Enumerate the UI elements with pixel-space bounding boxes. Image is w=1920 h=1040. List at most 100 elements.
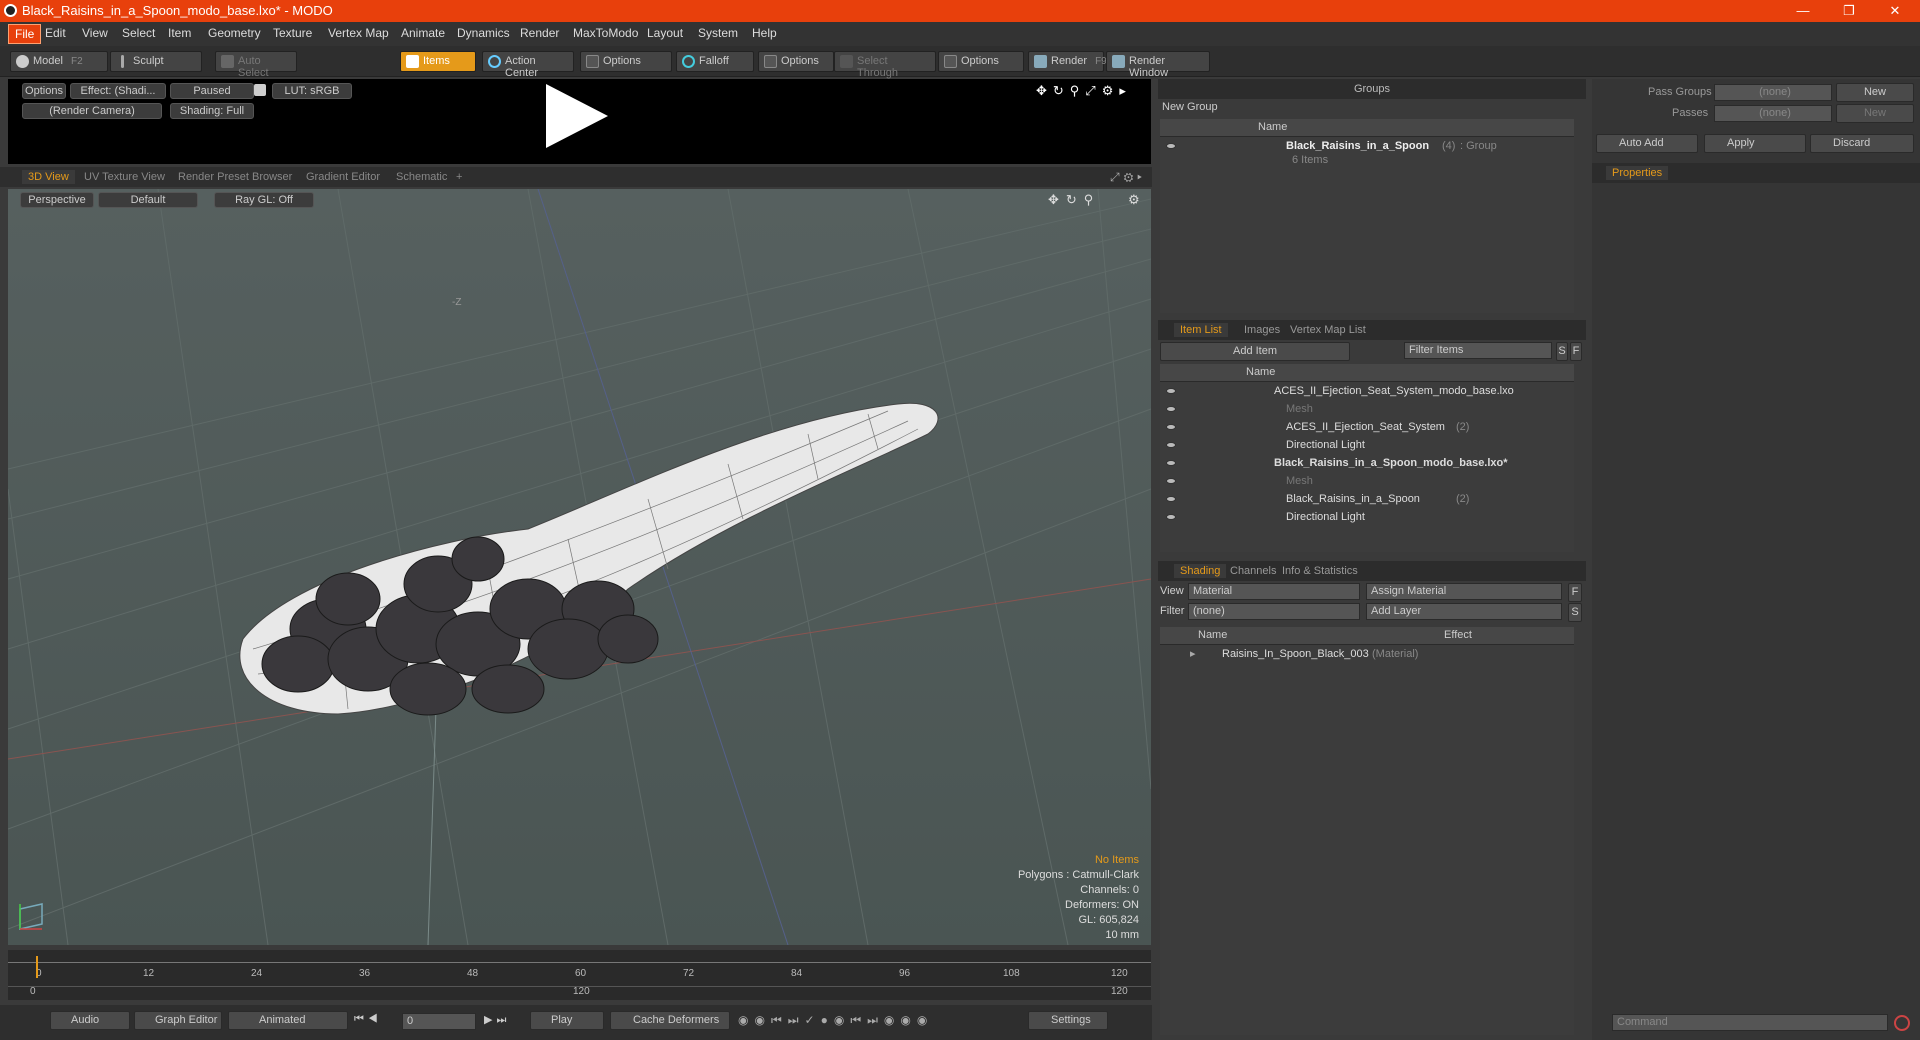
play-button[interactable]: Play [530,1011,604,1030]
graph-editor-button[interactable]: Graph Editor [134,1011,222,1030]
menu-geometry[interactable]: Geometry [208,26,261,40]
menu-texture[interactable]: Texture [273,26,312,40]
render-button[interactable]: Render F9 [1028,51,1107,72]
command-record-icon[interactable] [1894,1015,1910,1031]
filter-s-button[interactable]: S [1556,342,1568,361]
new-group-button[interactable]: New Group [1162,101,1218,113]
settings-button[interactable]: Settings [1028,1011,1108,1030]
audio-button[interactable]: Audio [50,1011,130,1030]
falloff-button[interactable]: Falloff [676,51,754,72]
menu-vertex-map[interactable]: Vertex Map [328,26,389,40]
filter-f-button[interactable]: F [1570,342,1582,361]
frame-input[interactable]: 0 [402,1013,476,1030]
play-preview-icon[interactable] [546,84,608,148]
item-row[interactable]: Directional Light [1160,436,1574,454]
shading-f-button[interactable]: F [1568,583,1582,602]
model-button[interactable]: Model F2 [10,51,108,72]
shading-s-button[interactable]: S [1568,603,1582,622]
menu-select[interactable]: Select [122,26,155,40]
visibility-eye-icon[interactable] [1166,406,1176,412]
tab-uv-texture-view[interactable]: UV Texture View [78,170,171,184]
add-tab-icon[interactable]: + [450,170,468,184]
item-row[interactable]: ACES_II_Ejection_Seat_System (2) [1160,418,1574,436]
sculpt-button[interactable]: Sculpt [110,51,202,72]
shading-dropdown[interactable]: Shading: Full [170,103,254,119]
select-through-options-button[interactable]: Options [938,51,1024,72]
lock-icon[interactable] [254,84,266,96]
menu-system[interactable]: System [698,26,738,40]
item-row[interactable]: Black_Raisins_in_a_Spoon (2) [1160,490,1574,508]
menu-maxtomodo[interactable]: MaxToModo [573,26,638,40]
auto-select-button[interactable]: Auto Select [215,51,297,79]
viewport-nav-icons[interactable]: ✥↻⚲ [1048,192,1100,208]
item-row[interactable]: Directional Light [1160,508,1574,526]
tab-vertex-map-list[interactable]: Vertex Map List [1284,323,1372,337]
visibility-eye-icon[interactable] [1166,514,1176,520]
discard-button[interactable]: Discard [1810,134,1914,153]
item-row[interactable]: Mesh [1160,400,1574,418]
auto-add-button[interactable]: Auto Add [1596,134,1698,153]
timeline[interactable]: 0 12 24 36 48 60 72 84 96 108 120 0 120 … [8,950,1151,1000]
group-row[interactable]: Black_Raisins_in_a_Spoon (4) : Group [1160,137,1574,155]
select-through-button[interactable]: Select Through [834,51,936,79]
passes-dropdown[interactable]: (none) [1714,105,1832,122]
minimize-icon[interactable]: — [1780,0,1826,22]
jump-start-icons[interactable]: ⏮◀ [354,1013,382,1026]
view-dropdown[interactable]: Material [1188,583,1360,600]
render-camera-dropdown[interactable]: (Render Camera) [22,103,162,119]
menu-help[interactable]: Help [752,26,777,40]
menu-edit[interactable]: Edit [45,26,66,40]
visibility-eye-icon[interactable] [1166,388,1176,394]
keyframe-tool-icons[interactable]: ◉◉⏮⏭✓●◉⏮⏭◉◉◉ [738,1013,933,1028]
jump-end-icons[interactable]: ▶⏭ [484,1013,510,1027]
menu-view[interactable]: View [82,26,108,40]
menu-item[interactable]: Item [168,26,191,40]
item-row[interactable]: Mesh [1160,472,1574,490]
apply-button[interactable]: Apply [1704,134,1806,153]
action-center-button[interactable]: Action Center [482,51,574,79]
menu-file[interactable]: File [8,24,42,44]
paused-toggle[interactable]: Paused [170,83,254,99]
lut-dropdown[interactable]: LUT: sRGB [272,83,352,99]
add-item-dropdown[interactable]: Add Item [1160,342,1350,361]
tab-info-statistics[interactable]: Info & Statistics [1276,564,1364,578]
new-pass-button[interactable]: New [1836,104,1914,123]
preview-nav-icons[interactable]: ✥↻⚲⤢⚙▸ [1036,83,1132,99]
close-icon[interactable]: ✕ [1872,0,1918,22]
menu-render[interactable]: Render [520,26,559,40]
visibility-eye-icon[interactable] [1166,478,1176,484]
item-row[interactable]: Black_Raisins_in_a_Spoon_modo_base.lxo* [1160,454,1574,472]
tab-schematic[interactable]: Schematic [390,170,453,184]
action-center-options-button[interactable]: Options [580,51,672,72]
playhead[interactable] [36,956,38,978]
perspective-dropdown[interactable]: Perspective [20,192,94,208]
falloff-options-button[interactable]: Options [758,51,834,72]
tab-item-list[interactable]: Item List [1174,323,1228,337]
material-row[interactable]: ▸ Raisins_In_Spoon_Black_003 (Material) [1160,645,1574,663]
items-mode-button[interactable]: Items [400,51,476,72]
pass-groups-dropdown[interactable]: (none) [1714,84,1832,101]
animated-dropdown[interactable]: Animated [228,1011,348,1030]
add-layer-dropdown[interactable]: Add Layer [1366,603,1562,620]
menu-dynamics[interactable]: Dynamics [457,26,510,40]
cache-deformers-button[interactable]: Cache Deformers [610,1011,730,1030]
item-row[interactable]: ACES_II_Ejection_Seat_System_modo_base.l… [1160,382,1574,400]
restore-icon[interactable]: ❐ [1826,0,1872,22]
effect-dropdown[interactable]: Effect: (Shadi... [70,83,166,99]
tab-3d-view[interactable]: 3D View [22,170,75,184]
menu-layout[interactable]: Layout [647,26,683,40]
viewport-gear-icon[interactable]: ⚙ [1128,192,1140,208]
tab-gradient-editor[interactable]: Gradient Editor [300,170,386,184]
viewport-expand-icons[interactable]: ⤢⚙▸ [1110,170,1146,185]
tab-images[interactable]: Images [1238,323,1286,337]
visibility-eye-icon[interactable] [1166,496,1176,502]
visibility-eye-icon[interactable] [1166,460,1176,466]
filter-dropdown[interactable]: (none) [1188,603,1360,620]
visibility-eye-icon[interactable] [1166,424,1176,430]
3d-viewport[interactable]: Perspective Default Ray GL: Off -Z ✥↻⚲ ⚙… [8,189,1151,945]
command-input[interactable]: Command [1612,1014,1888,1031]
tab-channels[interactable]: Channels [1224,564,1282,578]
visibility-eye-icon[interactable] [1166,442,1176,448]
menu-animate[interactable]: Animate [401,26,445,40]
preview-options-button[interactable]: Options [22,83,66,99]
